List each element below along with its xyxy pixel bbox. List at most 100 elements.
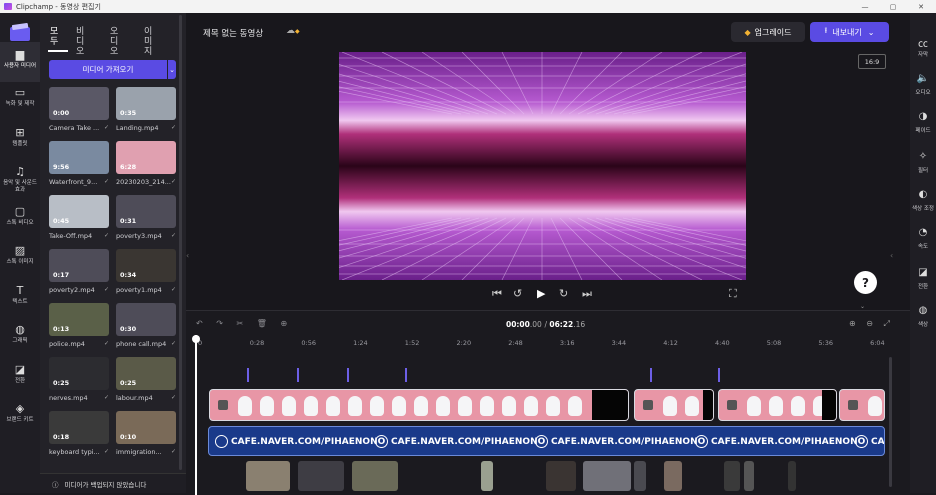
close-button[interactable]: ✕ (909, 0, 933, 13)
rail-item-5[interactable]: ▨ 스톡 이미지 (0, 238, 40, 278)
timeline-marker[interactable] (405, 368, 407, 382)
media-item[interactable]: 0:25 nerves.mp4 ✓ (49, 357, 109, 402)
tab-audio[interactable]: 오디오 (110, 27, 126, 57)
media-item[interactable]: 0:17 poverty2.mp4 ✓ (49, 249, 109, 294)
media-item[interactable]: 0:18 keyboard typi... ✓ (49, 411, 109, 456)
rail-item-3[interactable]: ♫ 음악 및 사운드 효과 (0, 159, 40, 199)
delete-icon[interactable]: 🗑 (257, 319, 267, 328)
tab-image[interactable]: 이미지 (144, 27, 160, 57)
media-item[interactable]: 0:45 Take-Off.mp4 ✓ (49, 195, 109, 240)
media-item[interactable]: 0:00 Camera Take ... ✓ (49, 87, 109, 132)
media-clip[interactable] (298, 461, 344, 491)
project-title[interactable]: 제목 없는 동영상 (203, 27, 263, 39)
fit-icon[interactable]: ⤢ (884, 319, 890, 328)
rewind-5s-button[interactable]: ↺ (513, 287, 522, 300)
media-clip[interactable] (744, 461, 754, 491)
media-item[interactable]: 0:35 Landing.mp4 ✓ (116, 87, 176, 132)
rail-item-7[interactable]: ◍ 그래픽 (0, 317, 40, 357)
timeline-marker[interactable] (247, 368, 249, 382)
aspect-ratio-button[interactable]: 16:9 (858, 54, 886, 69)
split-icon[interactable]: ✂ (237, 319, 244, 328)
check-icon: ✓ (103, 178, 109, 185)
zoom-in-icon[interactable]: ⊕ (849, 319, 856, 328)
right-panel-handle[interactable]: ‹ (890, 240, 898, 270)
upgrade-button[interactable]: ◆ 업그레이드 (731, 22, 805, 42)
panel-scrollbar[interactable] (179, 15, 182, 470)
media-item[interactable]: 0:30 phone call.mp4 ✓ (116, 303, 176, 348)
video-clip[interactable] (718, 389, 837, 421)
media-clip[interactable] (583, 461, 631, 491)
video-clip[interactable] (209, 389, 629, 421)
video-clip[interactable] (634, 389, 714, 421)
timeline-marker[interactable] (347, 368, 349, 382)
media-item[interactable]: 0:10 immigration... ✓ (116, 411, 176, 456)
media-item[interactable]: 9:56 Waterfront_9... ✓ (49, 141, 109, 186)
property-fade[interactable]: ◑ 페이드 (910, 111, 936, 134)
forward-5s-button[interactable]: ↻ (559, 287, 568, 300)
help-button[interactable]: ? (854, 271, 877, 294)
cloud-off-icon[interactable]: ☁◆ (286, 26, 300, 36)
time-ruler[interactable]: 0 0:28 0:56 1:24 1:52 2:20 2:48 3:16 3:44 4:12 4:4… (196, 339, 886, 353)
export-button[interactable]: ⭱ 내보내기 ⌄ (810, 22, 889, 42)
mute-icon[interactable] (218, 400, 228, 410)
media-clip[interactable] (724, 461, 740, 491)
rail-item-0[interactable]: ▆ 사용자 미디어 (0, 42, 40, 82)
timeline-marker[interactable] (718, 368, 720, 382)
left-panel-handle[interactable]: ‹ (186, 240, 192, 270)
rail-item-2[interactable]: ⊞ 템플릿 (0, 120, 40, 160)
play-button[interactable]: ▶ (537, 287, 545, 300)
timeline-marker[interactable] (650, 368, 652, 382)
media-item[interactable]: 0:31 poverty3.mp4 ✓ (116, 195, 176, 240)
media-clip[interactable] (246, 461, 290, 491)
clip-frame (868, 396, 882, 416)
media-clip[interactable] (481, 461, 493, 491)
media-item[interactable]: 0:13 police.mp4 ✓ (49, 303, 109, 348)
import-media-button[interactable]: 미디어 가져오기 (49, 60, 167, 79)
rail-item-4[interactable]: ▢ 스톡 비디오 (0, 199, 40, 239)
tab-all[interactable]: 모두 (50, 27, 66, 47)
import-dropdown-button[interactable]: ⌄ (168, 60, 176, 79)
media-item[interactable]: 0:34 poverty1.mp4 ✓ (116, 249, 176, 294)
media-item[interactable]: 0:25 labour.mp4 ✓ (116, 357, 176, 402)
collapse-chevron-icon[interactable]: ⌄ (860, 303, 865, 310)
skip-back-button[interactable]: ⏮ (492, 287, 502, 301)
mute-icon[interactable] (643, 400, 653, 410)
property-captions[interactable]: ㏄ 자막 (910, 35, 936, 58)
rail-item-9[interactable]: ◈ 브랜드 키트 (0, 396, 40, 436)
rail-item-8[interactable]: ◪ 전환 (0, 357, 40, 397)
video-preview[interactable] (339, 52, 746, 280)
total-time: 06:22 (549, 320, 574, 329)
video-clip[interactable] (839, 389, 885, 421)
media-thumbnail: 0:31 (116, 195, 176, 228)
maximize-button[interactable]: ▢ (881, 0, 905, 13)
add-media-icon[interactable]: ⊕ (280, 319, 287, 328)
rail-item-6[interactable]: T 텍스트 (0, 278, 40, 318)
zoom-out-icon[interactable]: ⊖ (866, 319, 873, 328)
media-clip[interactable] (664, 461, 682, 491)
fullscreen-button[interactable]: ⛶ (729, 287, 737, 301)
rail-item-1[interactable]: ▭ 녹화 및 제작 (0, 80, 40, 120)
property-audio[interactable]: 🔈 오디오 (910, 73, 936, 96)
text-track-clip[interactable]: CAFE.NAVER.COM/PIHAENONO CAFE.NAVER.COM/P… (208, 426, 885, 456)
playhead[interactable] (192, 335, 200, 495)
skip-forward-button[interactable]: ⏭ (582, 287, 592, 301)
tab-video[interactable]: 비디오 (76, 27, 92, 57)
check-icon: ✓ (170, 340, 176, 347)
mute-icon[interactable] (727, 400, 737, 410)
media-clip[interactable] (634, 461, 646, 491)
property-color[interactable]: ◍ 색상 (910, 305, 936, 328)
media-item[interactable]: 6:28 20230203_214... ✓ (116, 141, 176, 186)
timeline-scrollbar[interactable] (889, 357, 892, 487)
property-color-adjust[interactable]: ◐ 색상 조정 (910, 189, 936, 212)
undo-icon[interactable]: ↶ (196, 319, 203, 328)
property-transition[interactable]: ◪ 전환 (910, 267, 936, 290)
media-clip[interactable] (352, 461, 398, 491)
redo-icon[interactable]: ↷ (216, 319, 223, 328)
mute-icon[interactable] (848, 400, 858, 410)
minimize-button[interactable]: — (853, 0, 877, 13)
property-filter[interactable]: ✧ 필터 (910, 151, 936, 174)
media-clip[interactable] (788, 461, 796, 491)
property-speed[interactable]: ◔ 속도 (910, 227, 936, 250)
media-clip[interactable] (546, 461, 576, 491)
timeline-marker[interactable] (297, 368, 299, 382)
